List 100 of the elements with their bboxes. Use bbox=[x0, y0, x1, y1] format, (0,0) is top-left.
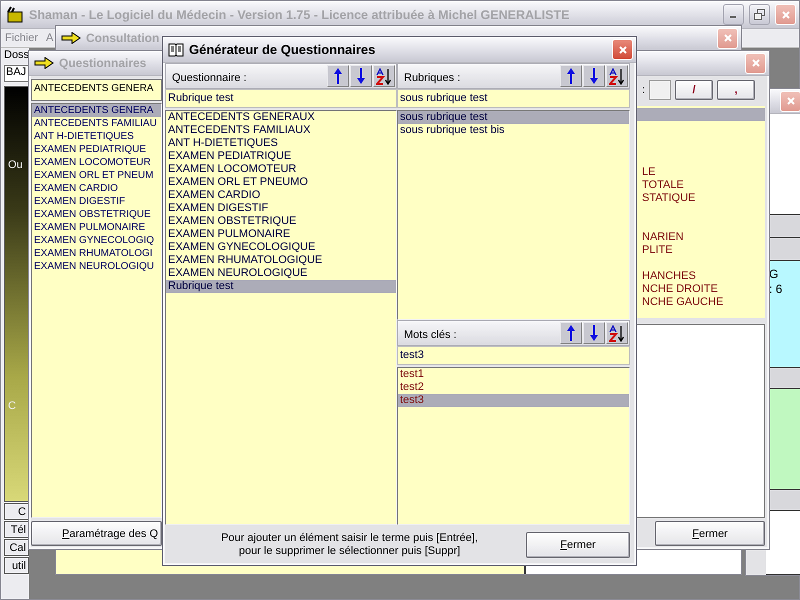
list-item[interactable]: ANT H-DIETETIQUES bbox=[166, 137, 396, 150]
panel-button[interactable]: Cal bbox=[4, 539, 29, 556]
input-field[interactable]: Rubrique test bbox=[165, 89, 397, 108]
list-item[interactable]: EXAMEN GYNECOLOGIQUE bbox=[166, 241, 396, 254]
move-up-button[interactable] bbox=[560, 322, 582, 344]
close-button[interactable]: Fermer bbox=[655, 521, 765, 546]
move-up-button[interactable] bbox=[327, 65, 349, 87]
section-label: Mots clés : bbox=[404, 328, 458, 341]
panel-label: Ou bbox=[8, 159, 24, 171]
panel-label: C bbox=[8, 400, 17, 412]
field-label: : bbox=[642, 84, 646, 96]
panel-button[interactable]: C bbox=[4, 503, 29, 520]
list-item[interactable]: test2 bbox=[398, 381, 629, 394]
close-button[interactable] bbox=[612, 39, 633, 60]
list-item[interactable]: EXAMEN GYNECOLOGIQ bbox=[32, 234, 161, 247]
arrow-icon bbox=[34, 57, 54, 69]
sort-button[interactable] bbox=[606, 322, 628, 344]
color-field[interactable] bbox=[649, 80, 672, 100]
down-arrow-icon bbox=[590, 325, 598, 341]
up-arrow-icon bbox=[567, 325, 575, 341]
text-field[interactable]: BAJ bbox=[4, 65, 29, 82]
close-icon bbox=[780, 10, 790, 20]
list-item[interactable]: EXAMEN DIGESTIF bbox=[32, 195, 161, 208]
arrow-icon bbox=[61, 32, 81, 44]
field-label: Doss bbox=[4, 49, 29, 63]
app-icon bbox=[6, 6, 24, 24]
window-title: Générateur de Questionnaires bbox=[189, 42, 376, 57]
list-item[interactable]: Rubrique test bbox=[166, 280, 396, 293]
list-item[interactable]: STATIQUE bbox=[642, 192, 765, 205]
list-item[interactable]: EXAMEN RHUMATOLOGIQUE bbox=[166, 254, 396, 267]
move-down-button[interactable] bbox=[350, 65, 372, 87]
book-icon bbox=[168, 42, 184, 56]
list-item[interactable]: EXAMEN NEUROLOGIQU bbox=[32, 260, 161, 273]
sort-icon bbox=[609, 324, 625, 342]
close-icon bbox=[722, 33, 732, 43]
window-title: Shaman - Le Logiciel du Médecin - Version 1.75 - Licence attribuée à Michel GENERALISTE bbox=[29, 8, 570, 22]
search-field[interactable]: ANTECEDENTS GENERA bbox=[31, 79, 162, 101]
sort-button[interactable] bbox=[606, 65, 628, 87]
list-item[interactable]: EXAMEN LOCOMOTEUR bbox=[32, 156, 161, 169]
close-icon bbox=[786, 96, 796, 106]
panel-button[interactable]: util bbox=[4, 557, 29, 574]
list-item[interactable]: EXAMEN PEDIATRIQUE bbox=[32, 143, 161, 156]
format-button[interactable]: / bbox=[675, 80, 714, 100]
list-item[interactable]: ANTECEDENTS GENERAUX bbox=[166, 111, 396, 124]
list-item[interactable]: EXAMEN DIGESTIF bbox=[166, 202, 396, 215]
list-item[interactable]: EXAMEN PULMONAIRE bbox=[166, 228, 396, 241]
sort-button[interactable] bbox=[373, 65, 395, 87]
down-arrow-icon bbox=[590, 68, 598, 84]
list-item[interactable]: test1 bbox=[398, 368, 629, 381]
list-item[interactable]: test3 bbox=[398, 394, 629, 407]
list-item[interactable]: EXAMEN CARDIO bbox=[32, 182, 161, 195]
format-button[interactable]: , bbox=[717, 80, 756, 100]
list-item[interactable]: NCHE DROITE bbox=[642, 283, 765, 296]
move-down-button[interactable] bbox=[583, 65, 605, 87]
list-item[interactable]: NARIEN bbox=[642, 231, 765, 244]
list-item[interactable]: sous rubrique test bbox=[398, 111, 629, 124]
list-item[interactable]: EXAMEN PEDIATRIQUE bbox=[166, 150, 396, 163]
list-item[interactable]: EXAMEN OBSTETRIQUE bbox=[32, 208, 161, 221]
settings-button[interactable]: Paramétrage des Q bbox=[31, 521, 162, 546]
list-item[interactable]: EXAMEN OBSTETRIQUE bbox=[166, 215, 396, 228]
sort-icon bbox=[376, 68, 392, 84]
list-item[interactable]: NCHE GAUCHE bbox=[642, 296, 765, 309]
up-arrow-icon bbox=[567, 68, 575, 84]
list-item[interactable]: EXAMEN CARDIO bbox=[166, 189, 396, 202]
input-field[interactable]: test3 bbox=[397, 346, 630, 365]
close-button[interactable]: Fermer bbox=[526, 532, 630, 558]
list-item[interactable]: HANCHES bbox=[642, 270, 765, 283]
list-item[interactable]: EXAMEN PULMONAIRE bbox=[32, 221, 161, 234]
move-down-button[interactable] bbox=[583, 322, 605, 344]
list-item[interactable]: EXAMEN LOCOMOTEUR bbox=[166, 163, 396, 176]
sort-icon bbox=[609, 68, 625, 84]
info-text: : 6 bbox=[769, 282, 784, 297]
list-item[interactable]: EXAMEN ORL ET PNEUMO bbox=[166, 176, 396, 189]
input-field[interactable]: sous rubrique test bbox=[397, 89, 630, 108]
info-text: G bbox=[769, 267, 780, 282]
list-item[interactable]: EXAMEN NEUROLOGIQUE bbox=[166, 267, 396, 280]
list-item[interactable]: TOTALE bbox=[642, 179, 765, 192]
minimize-button[interactable] bbox=[723, 4, 744, 25]
section-label: Questionnaire : bbox=[172, 71, 248, 84]
list-item[interactable]: LE bbox=[642, 166, 765, 179]
section-label: Rubriques : bbox=[404, 71, 462, 84]
list-item[interactable]: EXAMEN RHUMATOLOGI bbox=[32, 247, 161, 260]
list-item[interactable]: ANTECEDENTS GENERA bbox=[32, 104, 161, 117]
down-arrow-icon bbox=[357, 68, 365, 84]
window-title: Questionnaires bbox=[59, 56, 148, 70]
up-arrow-icon bbox=[334, 68, 342, 84]
close-icon bbox=[618, 44, 628, 54]
move-up-button[interactable] bbox=[560, 65, 582, 87]
list-item[interactable]: ANTECEDENTS FAMILIAUX bbox=[166, 124, 396, 137]
list-item[interactable]: sous rubrique test bis bbox=[398, 124, 629, 137]
list-item[interactable]: ANT H-DIETETIQUES bbox=[32, 130, 161, 143]
restore-icon bbox=[754, 9, 765, 20]
close-icon bbox=[750, 58, 760, 68]
list-item[interactable]: PLITE bbox=[642, 244, 765, 257]
hint-text: Pour ajouter un élément saisir le terme puis [Entrée], pour le supprimer le sélectionner puis [Suppr] bbox=[220, 532, 479, 558]
window-title: Consultation bbox=[86, 31, 160, 45]
list-item[interactable]: ANTECEDENTS FAMILIAU bbox=[32, 117, 161, 130]
restore-button[interactable] bbox=[749, 4, 770, 25]
panel-button[interactable]: Tél bbox=[4, 521, 29, 538]
list-item[interactable]: EXAMEN ORL ET PNEUM bbox=[32, 169, 161, 182]
